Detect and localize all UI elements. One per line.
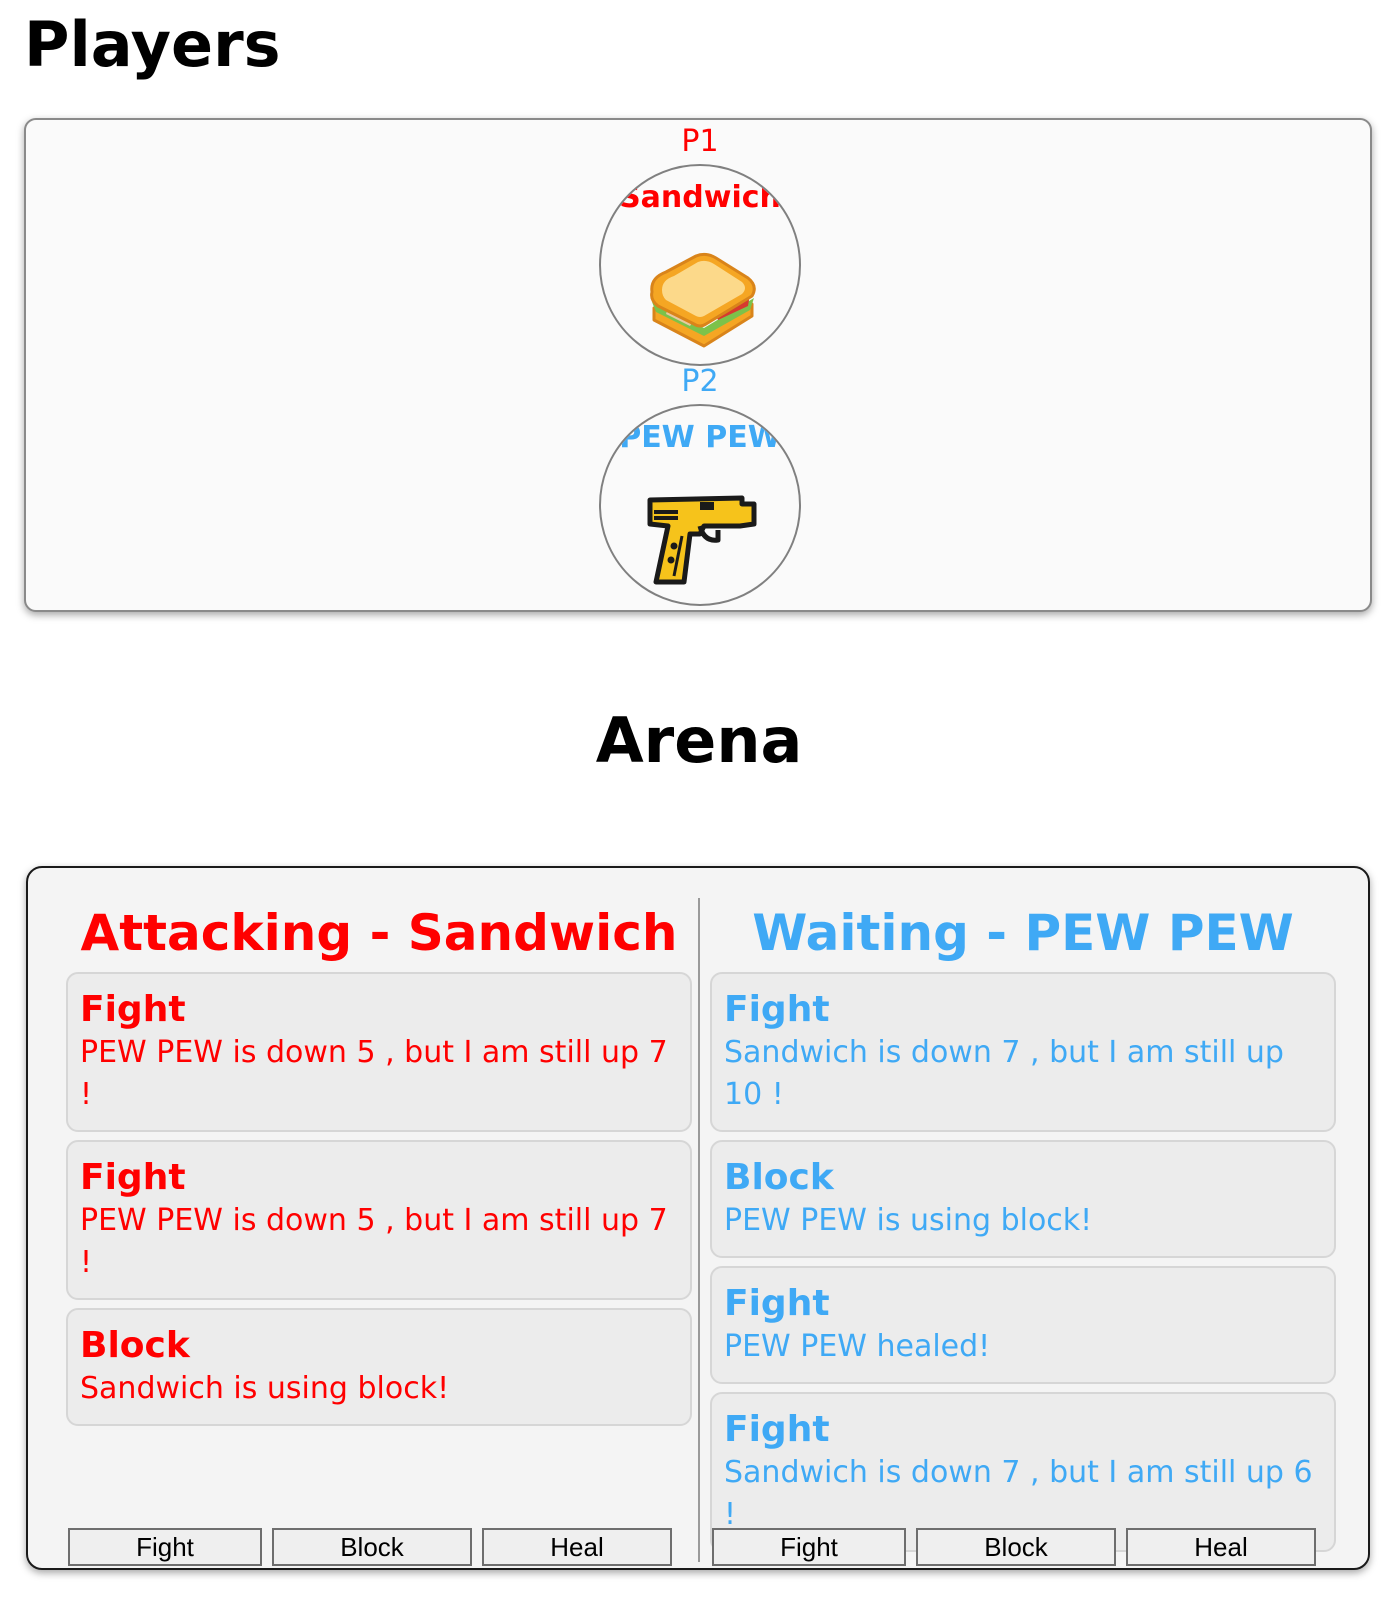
attacking-block-button[interactable]: Block [272, 1528, 472, 1566]
waiting-heading: Waiting - PEW PEW [752, 904, 1294, 962]
log-message: Sandwich is using block! [80, 1371, 450, 1406]
log-message: PEW PEW is using block! [724, 1203, 1093, 1238]
waiting-heal-button[interactable]: Heal [1126, 1528, 1316, 1566]
player-1-card[interactable]: Sandwich [599, 164, 801, 366]
sandwich-icon [650, 252, 756, 348]
pistol-icon [647, 495, 757, 585]
player-1-name: Sandwich [619, 180, 781, 215]
attacking-heal-button[interactable]: Heal [482, 1528, 672, 1566]
log-action: Block [724, 1157, 834, 1198]
log-entry: Block Sandwich is using block! [66, 1308, 692, 1426]
log-entry: Fight PEW PEW is down 5 , but I am still… [66, 1140, 692, 1300]
arena-divider [698, 898, 700, 1562]
log-action: Fight [80, 1157, 186, 1198]
log-entry: Fight PEW PEW healed! [710, 1266, 1336, 1384]
waiting-log: Fight Sandwich is down 7 , but I am stil… [710, 972, 1336, 1560]
log-entry: Block PEW PEW is using block! [710, 1140, 1336, 1258]
waiting-block-button[interactable]: Block [916, 1528, 1116, 1566]
player-1-label: P1 [681, 124, 719, 159]
log-action: Fight [80, 989, 186, 1030]
attacking-fight-button[interactable]: Fight [68, 1528, 262, 1566]
players-panel: P1 Sandwich P2 PEW PEW [24, 118, 1372, 612]
players-title: Players [24, 8, 281, 81]
log-entry: Fight Sandwich is down 7 , but I am stil… [710, 972, 1336, 1132]
attacking-log: Fight PEW PEW is down 5 , but I am still… [66, 972, 692, 1434]
log-action: Block [80, 1325, 190, 1366]
attacking-column: Attacking - Sandwich Fight PEW PEW is do… [66, 868, 692, 1568]
player-2-card[interactable]: PEW PEW [599, 404, 801, 606]
log-action: Fight [724, 1283, 830, 1324]
arena-panel: Attacking - Sandwich Fight PEW PEW is do… [26, 866, 1370, 1570]
attacking-actions: Fight Block Heal [66, 1528, 692, 1566]
arena-title: Arena [595, 704, 803, 777]
player-2-name: PEW PEW [619, 420, 781, 455]
log-message: PEW PEW healed! [724, 1329, 991, 1364]
attacking-heading: Attacking - Sandwich [80, 904, 678, 962]
waiting-fight-button[interactable]: Fight [712, 1528, 906, 1566]
log-message: Sandwich is down 7 , but I am still up 1… [724, 1035, 1284, 1112]
log-message: Sandwich is down 7 , but I am still up 6… [724, 1455, 1313, 1532]
log-action: Fight [724, 1409, 830, 1450]
waiting-column: Waiting - PEW PEW Fight Sandwich is down… [710, 868, 1336, 1568]
player-2-label: P2 [681, 364, 719, 399]
log-message: PEW PEW is down 5 , but I am still up 7 … [80, 1203, 668, 1280]
log-message: PEW PEW is down 5 , but I am still up 7 … [80, 1035, 668, 1112]
waiting-actions: Fight Block Heal [710, 1528, 1336, 1566]
log-action: Fight [724, 989, 830, 1030]
log-entry: Fight PEW PEW is down 5 , but I am still… [66, 972, 692, 1132]
